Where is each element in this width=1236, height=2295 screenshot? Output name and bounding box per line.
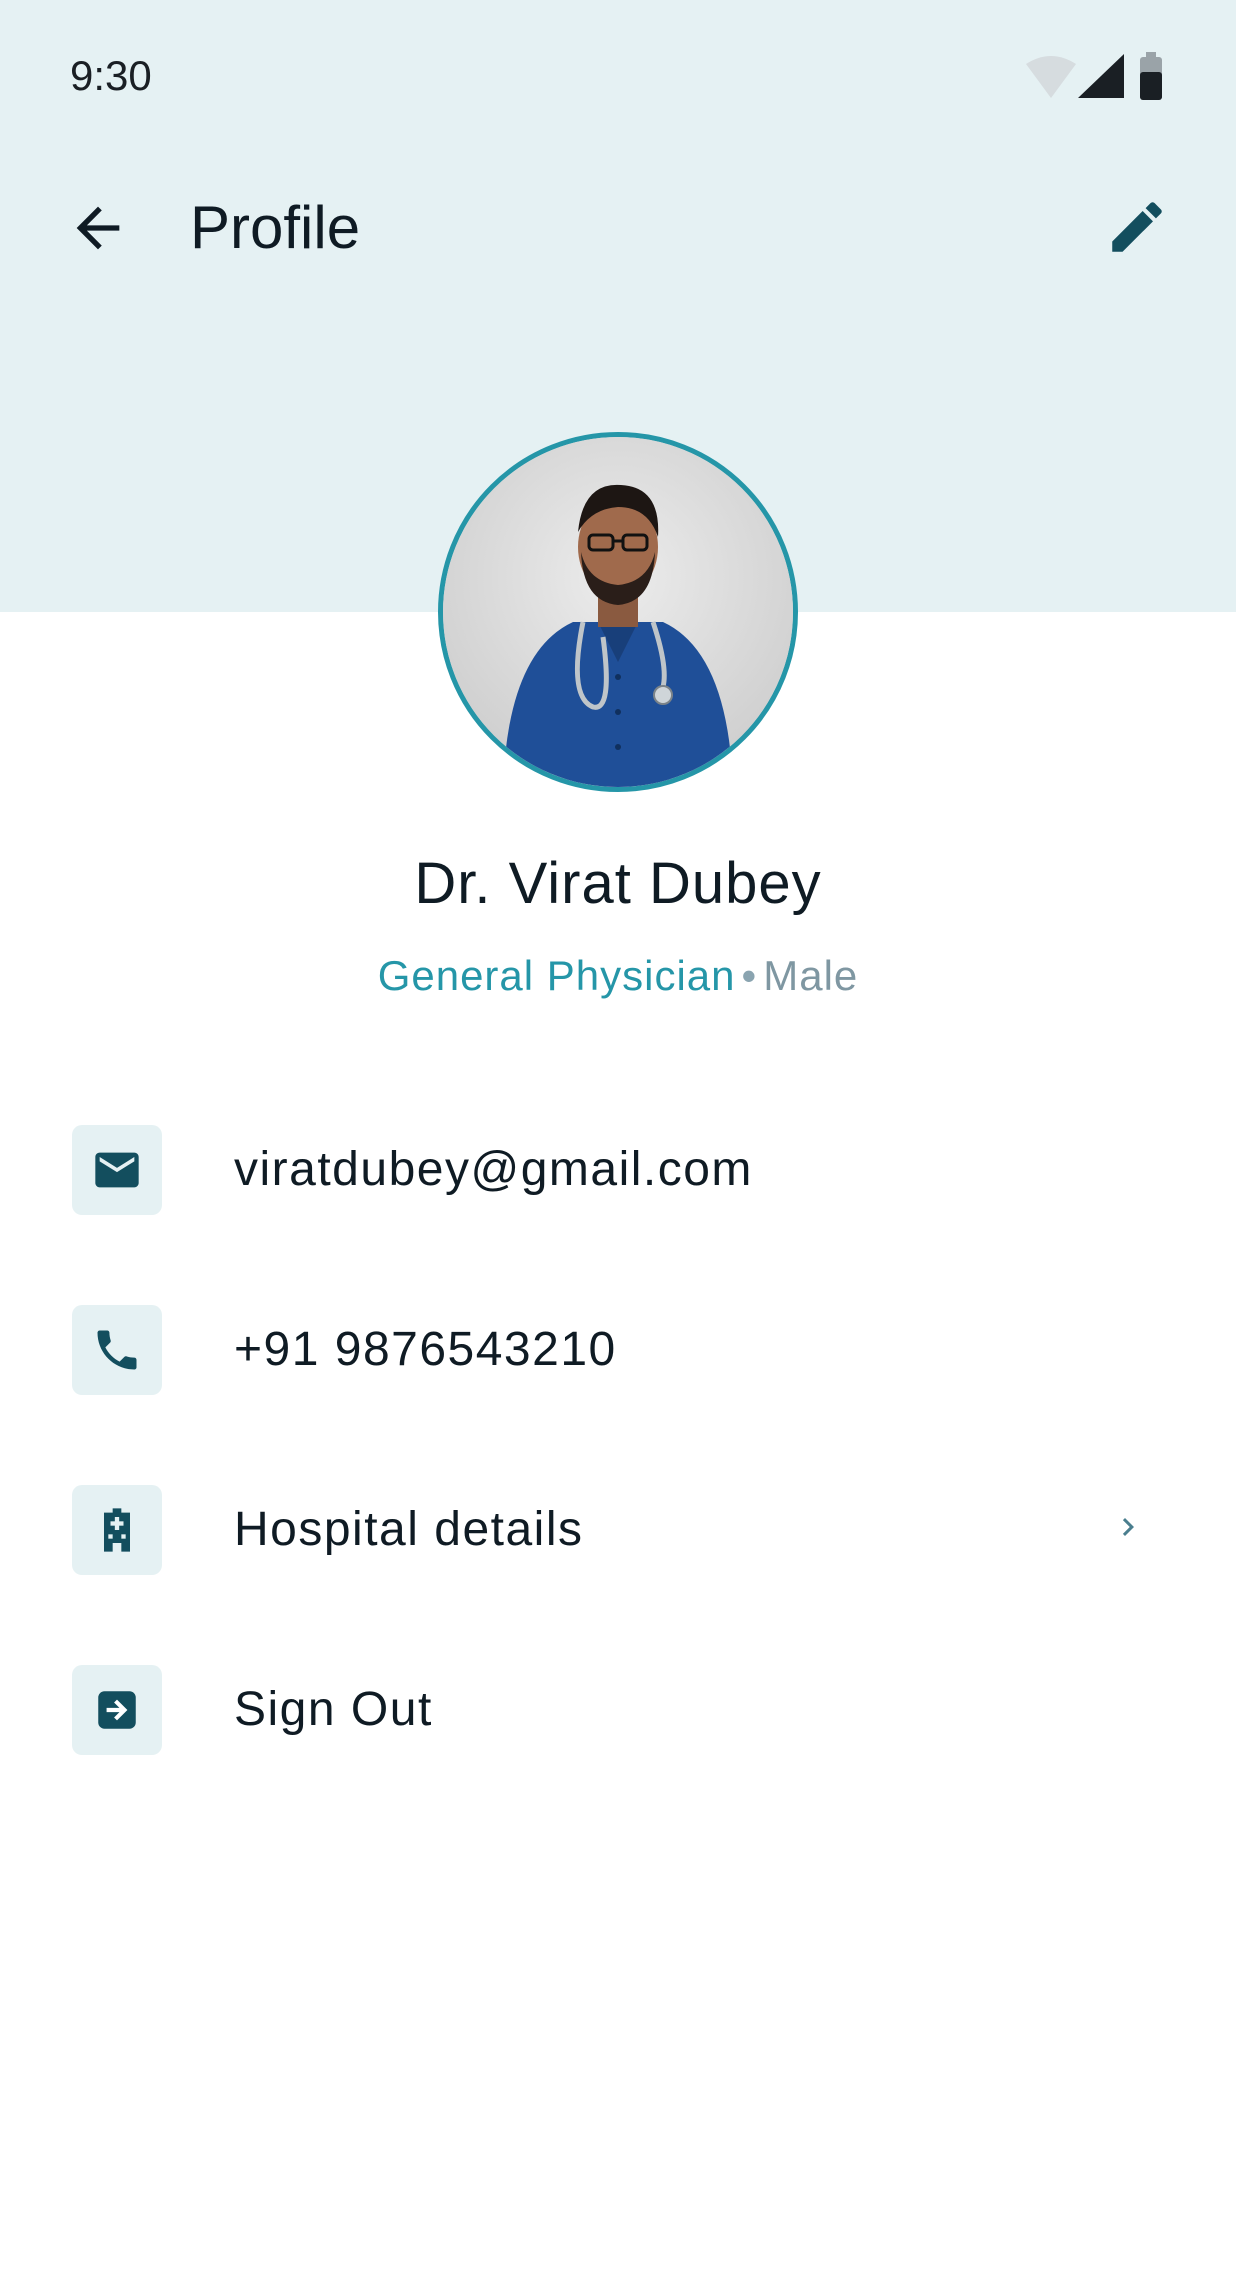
app-bar: Profile bbox=[0, 190, 1236, 270]
email-value: viratdubey@gmail.com bbox=[234, 1143, 753, 1196]
email-icon-box bbox=[72, 1125, 162, 1215]
edit-profile-button[interactable] bbox=[1104, 194, 1170, 260]
sign-out-icon-box bbox=[72, 1665, 162, 1755]
email-icon bbox=[95, 1152, 139, 1188]
specialty-label: General Physician bbox=[377, 952, 736, 999]
wifi-icon bbox=[1026, 56, 1076, 98]
sign-out-label: Sign Out bbox=[234, 1683, 433, 1736]
phone-icon-box bbox=[72, 1305, 162, 1395]
sign-out-row[interactable]: Sign Out bbox=[0, 1665, 1236, 1785]
chevron-right-icon bbox=[1122, 1518, 1134, 1536]
back-button[interactable] bbox=[66, 196, 130, 260]
doctor-photo bbox=[443, 437, 793, 787]
doctor-name: Dr. Virat Dubey bbox=[414, 851, 822, 916]
hospital-icon-box bbox=[72, 1485, 162, 1575]
avatar bbox=[438, 432, 798, 792]
email-row: viratdubey@gmail.com bbox=[0, 1125, 1236, 1245]
status-time: 9:30 bbox=[70, 52, 152, 99]
pencil-icon bbox=[1112, 202, 1162, 252]
phone-value: +91 9876543210 bbox=[234, 1323, 617, 1376]
phone-row: +91 9876543210 bbox=[0, 1305, 1236, 1425]
page-title: Profile bbox=[190, 194, 361, 261]
sign-out-icon bbox=[98, 1691, 136, 1729]
signal-icon bbox=[1078, 54, 1124, 98]
gender-label: Male bbox=[763, 952, 859, 999]
profile-subtitle: General Physician • Male bbox=[0, 952, 1236, 1000]
phone-icon bbox=[97, 1330, 137, 1370]
hospital-details-label: Hospital details bbox=[234, 1503, 584, 1556]
status-icons bbox=[1026, 52, 1166, 102]
status-bar: 9:30 bbox=[0, 0, 1236, 150]
hospital-details-row[interactable]: Hospital details bbox=[0, 1485, 1236, 1605]
battery-icon bbox=[1140, 52, 1162, 100]
arrow-back-icon bbox=[76, 206, 120, 250]
hospital-icon bbox=[104, 1508, 130, 1552]
separator-dot: • bbox=[741, 952, 758, 999]
